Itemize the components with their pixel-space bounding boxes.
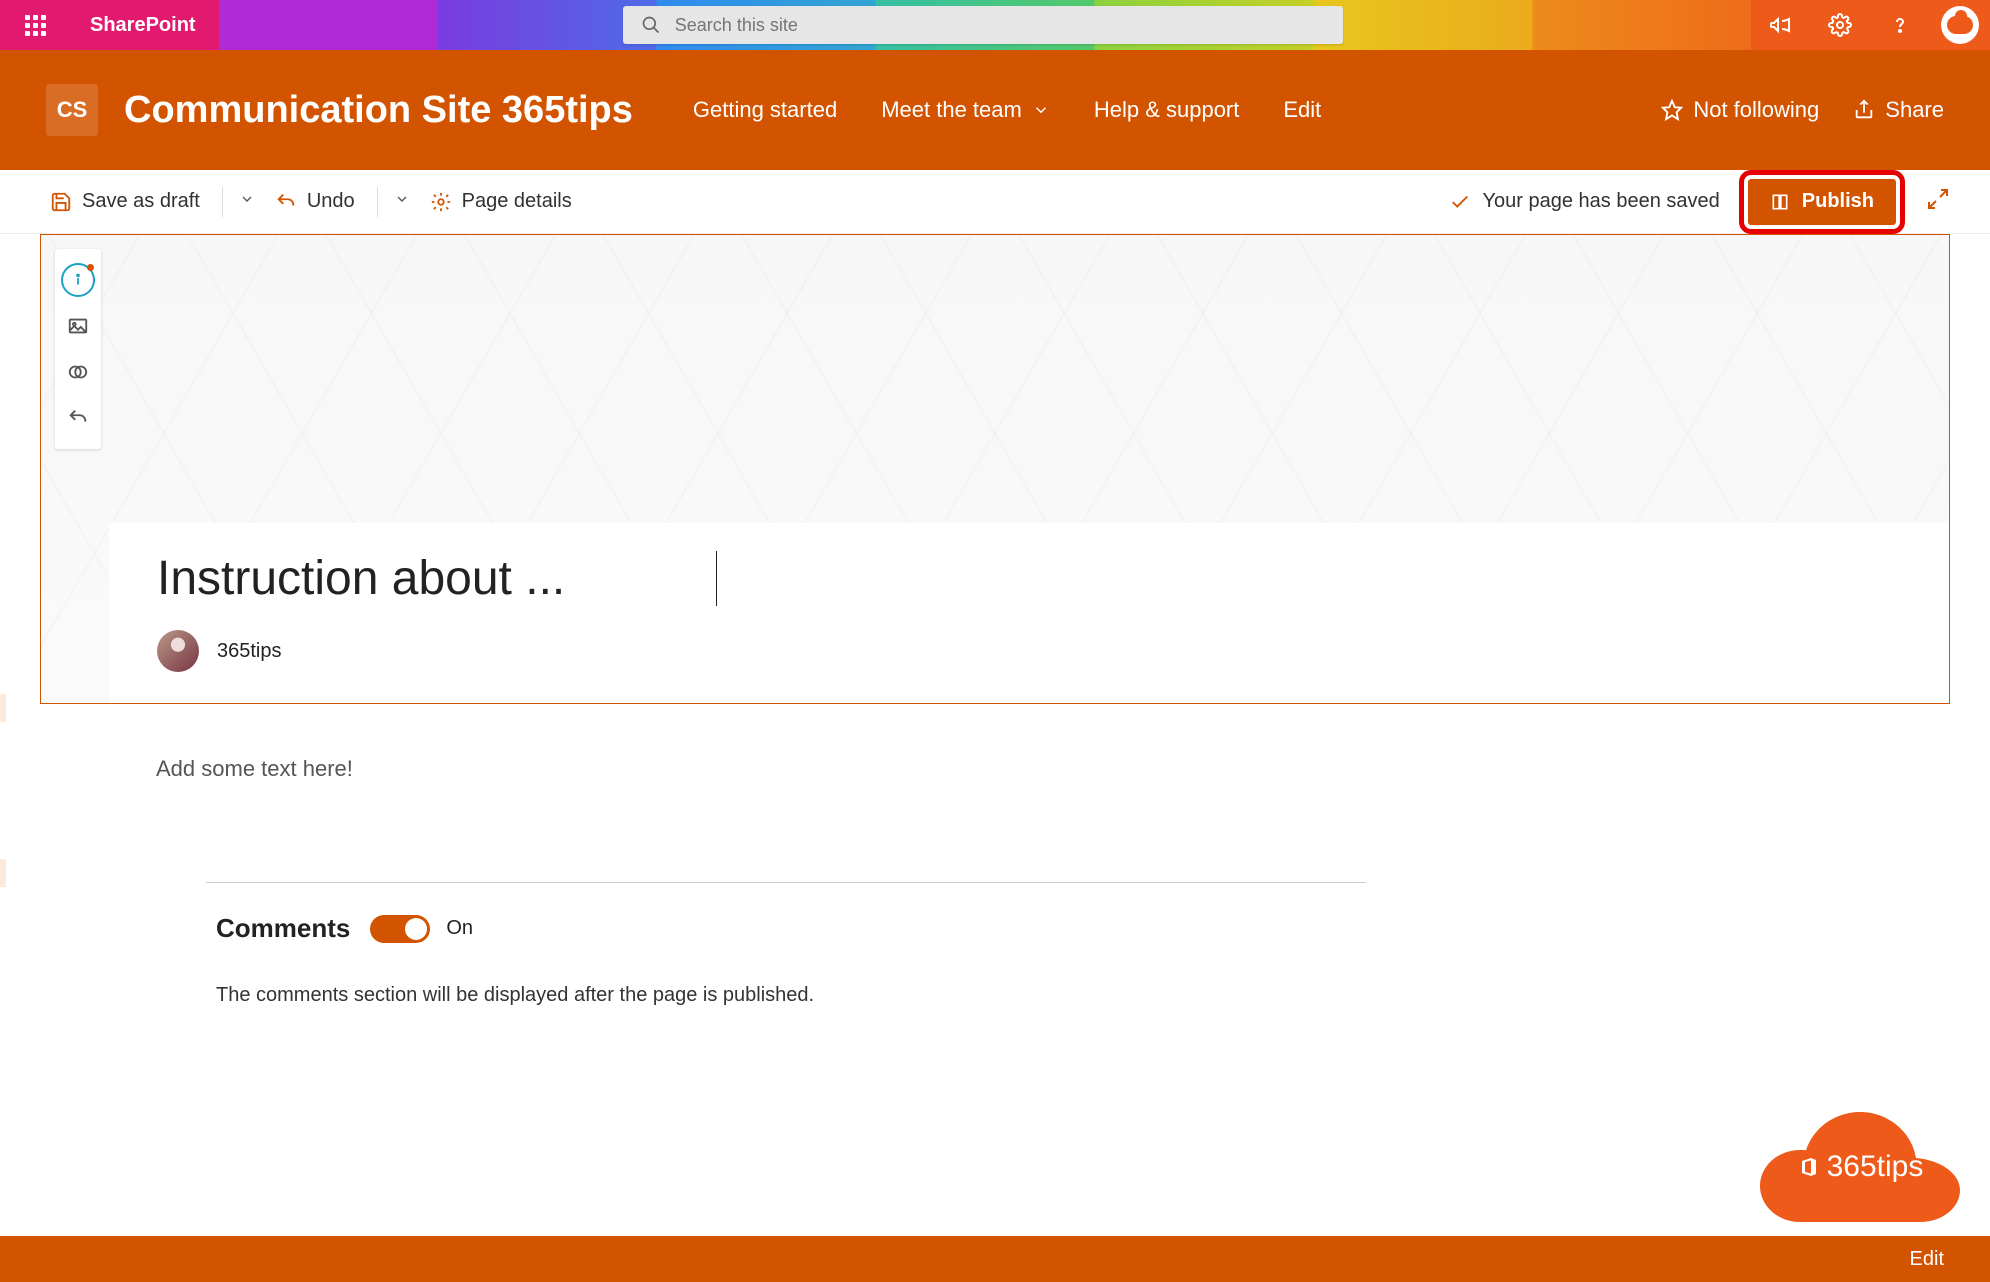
undo-icon — [67, 407, 89, 429]
undo-icon — [275, 191, 297, 213]
author-row: 365tips — [157, 630, 1901, 672]
page-details-button[interactable]: Page details — [420, 184, 582, 219]
site-header: CS Communication Site 365tips Getting st… — [0, 50, 1990, 170]
layer-tool[interactable] — [61, 355, 95, 389]
plus-icon — [0, 864, 1, 882]
settings-button[interactable] — [1810, 0, 1870, 50]
info-icon — [67, 269, 89, 291]
help-icon — [1888, 13, 1912, 37]
nav-help-support[interactable]: Help & support — [1094, 97, 1240, 123]
megaphone-button[interactable] — [1750, 0, 1810, 50]
divider — [377, 187, 378, 217]
nav-meet-team[interactable]: Meet the team — [881, 97, 1050, 123]
image-tool[interactable] — [61, 309, 95, 343]
overlay-icon — [67, 361, 89, 383]
app-launcher-button[interactable] — [0, 0, 70, 50]
brand-cloud-text: 365tips — [1827, 1150, 1924, 1184]
add-section-button[interactable] — [0, 694, 6, 722]
follow-button[interactable]: Not following — [1661, 97, 1819, 123]
search-icon — [641, 15, 661, 35]
nav-edit[interactable]: Edit — [1283, 97, 1321, 123]
brand-cloud-logo[interactable]: 365tips — [1760, 1112, 1960, 1222]
waffle-icon — [25, 15, 46, 36]
divider — [206, 882, 1366, 883]
reset-tool[interactable] — [61, 401, 95, 435]
comments-note: The comments section will be displayed a… — [156, 984, 1834, 1007]
search-input[interactable] — [675, 15, 1325, 36]
info-tool[interactable] — [61, 263, 95, 297]
site-title[interactable]: Communication Site 365tips — [124, 89, 633, 132]
canvas-toolbar — [55, 249, 101, 449]
megaphone-icon — [1768, 13, 1792, 37]
chevron-down-icon — [239, 191, 255, 207]
share-icon — [1853, 99, 1875, 121]
notification-dot-icon — [87, 264, 94, 271]
office-icon — [1797, 1155, 1821, 1179]
toggle-state-label: On — [446, 917, 473, 940]
title-area[interactable]: 365tips — [109, 523, 1949, 703]
save-draft-button[interactable]: Save as draft — [40, 184, 210, 219]
image-icon — [67, 315, 89, 337]
nav-getting-started[interactable]: Getting started — [693, 97, 837, 123]
footer-bar: Edit — [0, 1236, 1990, 1282]
share-button[interactable]: Share — [1853, 97, 1944, 123]
undo-button[interactable]: Undo — [265, 184, 365, 219]
add-section-button[interactable] — [0, 859, 6, 887]
chevron-down-icon — [1032, 101, 1050, 119]
site-logo[interactable]: CS — [46, 84, 98, 136]
toggle-knob-icon — [405, 918, 427, 940]
text-webpart[interactable]: Add some text here! — [156, 756, 1834, 782]
expand-icon — [1926, 187, 1950, 211]
author-avatar-icon — [157, 630, 199, 672]
plus-icon — [0, 699, 1, 717]
book-icon — [1770, 192, 1790, 212]
help-button[interactable] — [1870, 0, 1930, 50]
gear-icon — [430, 191, 452, 213]
publish-button[interactable]: Publish — [1748, 179, 1896, 225]
undo-dropdown[interactable] — [384, 184, 420, 219]
suite-bar: SharePoint — [0, 0, 1990, 50]
chevron-down-icon — [394, 191, 410, 207]
divider — [222, 187, 223, 217]
app-name[interactable]: SharePoint — [70, 14, 216, 37]
comments-toggle[interactable] — [370, 915, 430, 943]
expand-button[interactable] — [1926, 187, 1950, 217]
page-title-input[interactable] — [157, 551, 717, 606]
comments-heading: Comments — [216, 913, 350, 944]
star-icon — [1661, 99, 1683, 121]
save-status: Your page has been saved — [1449, 190, 1720, 213]
search-box[interactable] — [623, 6, 1343, 44]
account-avatar-icon — [1941, 6, 1979, 44]
command-bar: Save as draft Undo Page details Your pag… — [0, 170, 1990, 234]
account-button[interactable] — [1930, 0, 1990, 50]
author-name[interactable]: 365tips — [217, 640, 282, 663]
page-canvas[interactable]: 365tips — [40, 234, 1950, 704]
gear-icon — [1828, 13, 1852, 37]
footer-edit-button[interactable]: Edit — [1910, 1248, 1944, 1271]
save-draft-dropdown[interactable] — [229, 184, 265, 219]
save-icon — [50, 191, 72, 213]
check-icon — [1449, 191, 1471, 213]
body-area: Add some text here! Comments On The comm… — [0, 704, 1990, 1007]
